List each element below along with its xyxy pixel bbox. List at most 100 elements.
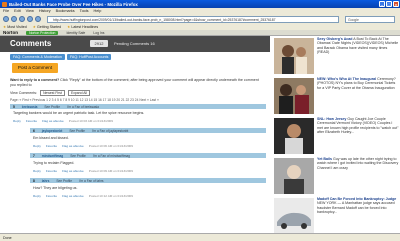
comment-timestamp: Posted 10:03 AM on 01/13/2009 <box>68 119 113 123</box>
view-comments-row: View Comments: Newest First Expand All <box>10 90 90 96</box>
window-title: Bailed-Out Banks Face Probe Over Fee Hik… <box>9 1 138 7</box>
flag-abusive-link[interactable]: Flag as abusive <box>42 119 64 123</box>
see-profile-link[interactable]: See Profile <box>70 154 86 158</box>
news-thumbnail <box>274 118 314 154</box>
flag-abusive-link[interactable]: Flag as abusive <box>62 169 84 173</box>
news-thumbnail <box>274 198 314 233</box>
pending-comments-tab[interactable]: Pending Comments 16 <box>114 41 155 46</box>
favorite-link[interactable]: Favorite <box>46 194 57 198</box>
fan-link[interactable]: I'm a Fan of breissasia <box>67 105 99 109</box>
comment-username[interactable]: mindswiftmag <box>42 154 63 158</box>
see-profile-link[interactable]: See Profile <box>69 129 85 133</box>
menu-tools[interactable]: Tools <box>80 9 89 13</box>
comment-username[interactable]: lahrs <box>42 179 50 183</box>
news-item[interactable]: Sexy Gisberg's Acad A Bust To Back At Th… <box>272 36 400 76</box>
news-summary: NEW YORK — A Manhattan judge says accuse… <box>317 201 395 215</box>
news-text: SNL: How Jersey Guy Caught Joe Couple Ce… <box>317 117 399 135</box>
pending-label: Pending Comments <box>114 41 150 46</box>
reply-link[interactable]: Reply <box>33 144 41 148</box>
news-sidebar: Sexy Gisberg's Acad A Bust To Back At Th… <box>272 36 400 233</box>
news-text: NEW: Who's Who At The Inaugural Ceremony… <box>317 77 399 90</box>
sort-select[interactable]: Newest First <box>40 90 65 96</box>
fan-link[interactable]: I'm a Fan of jaylapestonbt <box>92 129 128 133</box>
pagination[interactable]: Page: « First « Previous 1 2 3 4 5 6 7 8… <box>10 98 159 102</box>
menu-help[interactable]: Help <box>94 9 102 13</box>
comment-header: 8 lahrs See Profile I'm a Fan of lahrs <box>30 178 266 183</box>
tab-faq-comments[interactable]: FAQ: Comments & Moderation <box>10 54 65 60</box>
see-profile-link[interactable]: See Profile <box>56 179 72 183</box>
bookmark-latest-headlines[interactable]: Latest Headlines <box>67 25 98 29</box>
address-bar[interactable]: http://www.huffingtonpost.com/2009/01/13… <box>47 15 339 23</box>
post-comment-button[interactable]: Post a Comment <box>12 63 58 73</box>
reply-link[interactable]: Reply <box>13 119 21 123</box>
expand-select[interactable]: Expand All <box>67 90 90 96</box>
news-text: Sexy Gisberg's Acad A Bust To Back At Th… <box>317 37 399 55</box>
forward-icon[interactable] <box>11 16 17 22</box>
window-titlebar: Bailed-Out Banks Face Probe Over Fee Hik… <box>0 0 400 8</box>
news-item[interactable]: NEW: Who's Who At The Inaugural Ceremony… <box>272 76 400 116</box>
see-profile-link[interactable]: See Profile <box>44 105 60 109</box>
navigation-toolbar: http://www.huffingtonpost.com/2009/01/13… <box>0 14 400 24</box>
norton-protection-button[interactable]: Norton Protection <box>26 30 59 35</box>
comment-username[interactable]: breissasia <box>22 105 38 109</box>
favorite-link[interactable]: Favorite <box>46 144 57 148</box>
news-item[interactable]: Madoff Can Be Forced Into Bankruptcy: Ju… <box>272 196 400 233</box>
favorite-link[interactable]: Favorite <box>26 119 37 123</box>
comments-header: Comments 2912 Pending Comments 16 <box>0 36 270 52</box>
menu-edit[interactable]: Edit <box>14 9 21 13</box>
pending-count: 16 <box>150 41 155 46</box>
comment-header: 7 mindswiftmag See Profile I'm a Fan of … <box>30 153 266 158</box>
comment-timestamp: Posted 10:12 AM on 01/13/2009 <box>88 194 133 198</box>
identity-safe-button[interactable]: Identity Safe <box>66 31 85 35</box>
menu-file[interactable]: File <box>3 9 9 13</box>
status-text: Done <box>3 235 12 240</box>
reply-instructions: Want to reply to a comment? Click "Reply… <box>10 78 265 87</box>
comment-actions: Reply Favorite Flag as abusive Posted 10… <box>30 144 266 148</box>
favorite-link[interactable]: Favorite <box>46 169 57 173</box>
comment-body: How? They are bilgeting us. <box>33 186 78 190</box>
news-headline: Sexy Gisberg's Acad <box>317 37 353 41</box>
menu-bookmarks[interactable]: Bookmarks <box>56 9 75 13</box>
minimize-button[interactable]: – <box>379 1 385 7</box>
news-thumbnail <box>274 38 314 74</box>
view-comments-label: View Comments: <box>10 91 38 95</box>
flag-abusive-link[interactable]: Flag as abusive <box>62 144 84 148</box>
page-content: Comments 2912 Pending Comments 16 FAQ: C… <box>0 36 400 233</box>
home-icon[interactable] <box>35 16 41 22</box>
maximize-button[interactable]: □ <box>386 1 392 7</box>
back-icon[interactable] <box>3 16 9 22</box>
comment-actions: Reply Favorite Flag as abusive Posted 10… <box>30 194 266 198</box>
news-thumbnail <box>274 78 314 114</box>
news-item[interactable]: Yet Bails Guy was up late the other nigh… <box>272 156 400 196</box>
menu-history[interactable]: History <box>39 9 51 13</box>
reply-instructions-bold: Want to reply to a comment? <box>10 78 60 82</box>
menu-view[interactable]: View <box>26 9 34 13</box>
status-bar: Done <box>0 233 400 241</box>
search-input[interactable]: Google <box>345 15 395 23</box>
reply-link[interactable]: Reply <box>33 169 41 173</box>
stop-icon[interactable] <box>27 16 33 22</box>
comments-column: Comments 2912 Pending Comments 16 FAQ: C… <box>0 36 270 233</box>
firefox-icon <box>2 1 7 7</box>
reload-icon[interactable] <box>19 16 25 22</box>
news-headline: SNL: How Jersey <box>317 117 347 121</box>
logins-button[interactable]: Log Ins <box>93 31 104 35</box>
news-item[interactable]: SNL: How Jersey Guy Caught Joe Couple Ce… <box>272 116 400 156</box>
comment-header: 6 jaylapestonbt See Profile I'm a Fan of… <box>30 128 266 133</box>
bookmark-most-visited[interactable]: Most Visited <box>3 25 27 29</box>
news-headline: Yet Bails <box>317 157 332 161</box>
comment-actions: Reply Favorite Flag as abusive Posted 10… <box>30 169 266 173</box>
tab-faq-accounts[interactable]: FAQ: HuffPost Accounts <box>66 54 112 60</box>
fan-link[interactable]: I'm a Fan of mindswiftmag <box>93 154 130 158</box>
comments-count-badge: 2912 <box>90 40 108 47</box>
close-button[interactable]: × <box>393 1 399 7</box>
comment-number: 5 <box>13 104 15 109</box>
comment-number: 6 <box>33 128 35 133</box>
news-text: Yet Bails Guy was up late the other nigh… <box>317 157 399 170</box>
fan-link[interactable]: I'm a Fan of lahrs <box>79 179 104 183</box>
comment-username[interactable]: jaylapestonbt <box>42 129 63 133</box>
bookmark-getting-started[interactable]: Getting Started <box>33 25 61 29</box>
reply-link[interactable]: Reply <box>33 194 41 198</box>
flag-abusive-link[interactable]: Flag as abusive <box>62 194 84 198</box>
comment-number: 7 <box>33 153 35 158</box>
